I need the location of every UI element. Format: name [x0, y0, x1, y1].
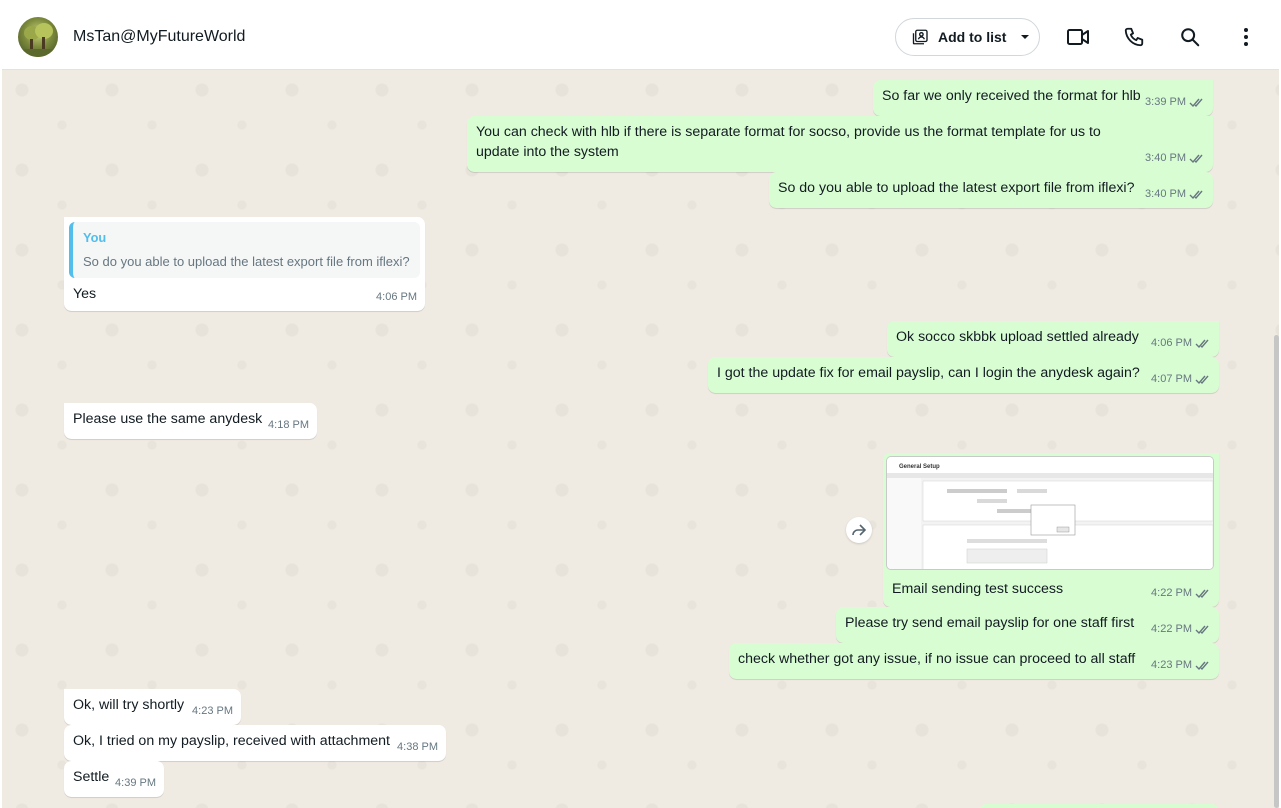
shot-title: General Setup — [899, 464, 940, 470]
message-text: I got the update fix for email payslip, … — [717, 365, 1140, 381]
message-outgoing[interactable]: check whether got any issue, if no issue… — [729, 643, 1219, 679]
message-time: 4:38 PM — [397, 741, 438, 753]
message-text: You can check with hlb if there is separ… — [476, 124, 1105, 160]
message-text: So do you able to upload the latest expo… — [778, 180, 1135, 196]
image-attachment[interactable]: General Setup — [886, 456, 1214, 570]
message-time: 3:40 PM — [1145, 188, 1186, 200]
add-to-list-label: Add to list — [938, 29, 1007, 45]
message-time: 4:22 PM — [1151, 587, 1192, 599]
forward-icon — [851, 523, 867, 537]
message-meta: 4:22 PM — [1151, 619, 1211, 639]
message-meta: 4:06 PM — [376, 287, 417, 307]
message-meta: 4:22 PM — [1151, 583, 1211, 603]
message-outgoing[interactable]: Please try send email payslip for one st… — [836, 607, 1219, 643]
message-text: check whether got any issue, if no issue… — [738, 651, 1136, 667]
message-outgoing[interactable]: I got the update fix for email payslip, … — [708, 357, 1219, 393]
scrollbar[interactable] — [1274, 335, 1279, 808]
menu-dots-icon[interactable] — [1234, 25, 1258, 49]
message-time: 4:23 PM — [192, 705, 233, 717]
avatar[interactable] — [18, 17, 58, 57]
double-check-icon — [1189, 189, 1205, 200]
message-time: 3:40 PM — [1145, 152, 1186, 164]
chat-window: MsTan@MyFutureWorld Add to list So far w… — [2, 5, 1279, 808]
quote-text: So do you able to upload the latest expo… — [83, 254, 410, 269]
message-time: 4:06 PM — [1151, 337, 1192, 349]
message-text: Ok, I tried on my payslip, received with… — [73, 733, 390, 749]
message-meta: 4:23 PM — [192, 701, 233, 721]
message-meta: 3:39 PM — [1145, 92, 1205, 112]
contact-name[interactable]: MsTan@MyFutureWorld — [73, 28, 245, 46]
video-call-icon[interactable] — [1066, 25, 1090, 49]
double-check-icon — [1195, 624, 1211, 635]
double-check-icon — [1189, 153, 1205, 164]
double-check-icon — [1189, 97, 1205, 108]
double-check-icon — [1195, 338, 1211, 349]
message-outgoing[interactable]: You can check with hlb if there is separ… — [467, 116, 1213, 172]
message-time: 4:18 PM — [268, 419, 309, 431]
message-time: 4:39 PM — [115, 777, 156, 789]
quote-author: You — [83, 230, 107, 245]
message-time: 4:06 PM — [376, 291, 417, 303]
message-meta: 4:38 PM — [397, 737, 438, 757]
message-time: 4:23 PM — [1151, 659, 1192, 671]
message-outgoing-image[interactable]: General Setup Email sending test success — [883, 453, 1219, 607]
message-meta: 3:40 PM — [1145, 148, 1205, 168]
message-list[interactable]: So far we only received the format for h… — [2, 70, 1279, 808]
message-outgoing[interactable]: So do you able to upload the latest expo… — [769, 172, 1213, 208]
voice-call-icon[interactable] — [1122, 25, 1146, 49]
contact-list-icon — [912, 28, 930, 46]
message-incoming[interactable]: Ok, I tried on my payslip, received with… — [64, 725, 446, 761]
caret-down-icon — [1020, 32, 1030, 42]
message-outgoing[interactable]: So far we only received the format for h… — [873, 80, 1213, 116]
message-time: 3:39 PM — [1145, 96, 1186, 108]
message-incoming[interactable]: Settle 4:39 PM — [64, 761, 164, 797]
message-meta: 4:06 PM — [1151, 333, 1211, 353]
message-meta: 4:23 PM — [1151, 655, 1211, 675]
forward-button[interactable] — [846, 517, 872, 543]
screenshot-thumbnail: General Setup — [887, 457, 1213, 569]
message-incoming[interactable]: Please use the same anydesk 4:18 PM — [64, 403, 317, 439]
message-meta: 4:18 PM — [268, 415, 309, 435]
message-text: Settle — [73, 769, 110, 785]
message-text: Please use the same anydesk — [73, 411, 263, 427]
message-time: 4:22 PM — [1151, 623, 1192, 635]
double-check-icon — [1195, 660, 1211, 671]
chat-header: MsTan@MyFutureWorld Add to list — [2, 5, 1279, 70]
message-text: Ok socco skbbk upload settled already — [896, 329, 1139, 345]
image-caption: Email sending test success — [892, 581, 1064, 597]
message-text: Ok, will try shortly — [73, 697, 185, 713]
message-outgoing-partial[interactable] — [979, 804, 1219, 808]
message-time: 4:07 PM — [1151, 373, 1192, 385]
search-icon[interactable] — [1178, 25, 1202, 49]
message-incoming[interactable]: Ok, will try shortly 4:23 PM — [64, 689, 241, 725]
message-text: So far we only received the format for h… — [882, 88, 1141, 104]
message-text: Yes — [73, 286, 97, 302]
double-check-icon — [1195, 588, 1211, 599]
message-meta: 4:39 PM — [115, 773, 156, 793]
message-meta: 4:07 PM — [1151, 369, 1211, 389]
message-meta: 3:40 PM — [1145, 184, 1205, 204]
message-text: Please try send email payslip for one st… — [845, 615, 1135, 631]
add-to-list-button[interactable]: Add to list — [895, 18, 1040, 56]
quoted-message[interactable]: You So do you able to upload the latest … — [69, 222, 420, 278]
message-outgoing[interactable]: Ok socco skbbk upload settled already 4:… — [887, 321, 1219, 357]
message-incoming[interactable]: You So do you able to upload the latest … — [64, 217, 425, 311]
double-check-icon — [1195, 374, 1211, 385]
